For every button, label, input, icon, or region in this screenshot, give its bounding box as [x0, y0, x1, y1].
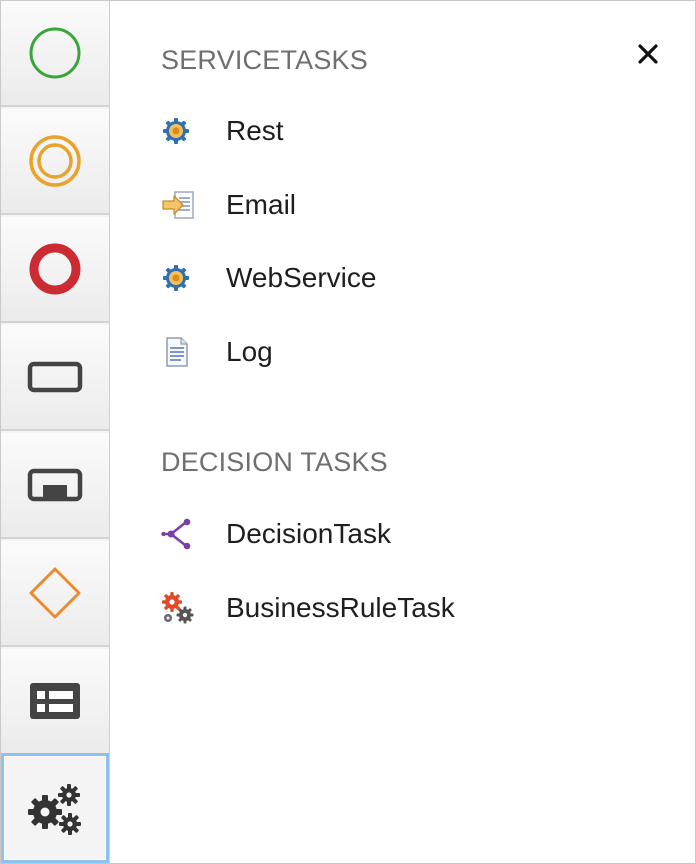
- tool-task[interactable]: [1, 325, 109, 431]
- gears-icon: [28, 784, 81, 835]
- palette-window: SERVICETASKS Rest Email WebService Log D…: [0, 0, 696, 864]
- palette-item-label: Email: [226, 189, 297, 220]
- business-rule-gears-icon: [161, 591, 195, 625]
- tool-end-event[interactable]: [1, 217, 109, 323]
- email-arrow-icon: [161, 188, 195, 222]
- palette-item-businessruletask[interactable]: BusinessRuleTask: [161, 588, 455, 628]
- webservice-gear-icon: [161, 261, 195, 295]
- close-button[interactable]: [633, 39, 663, 69]
- tool-gateway[interactable]: [1, 541, 109, 647]
- intermediate-event-icon: [29, 135, 81, 187]
- decision-branch-icon: [161, 517, 195, 551]
- palette-toolbar: [1, 1, 110, 863]
- tool-subprocess[interactable]: [1, 433, 109, 539]
- palette-item-label: Log: [226, 336, 273, 367]
- section-title-decision-tasks: DECISION TASKS: [161, 447, 388, 477]
- tool-lane[interactable]: [1, 649, 109, 755]
- section-title-servicetasks: SERVICETASKS: [161, 45, 368, 75]
- task-palette-panel: SERVICETASKS Rest Email WebService Log D…: [111, 1, 695, 863]
- lane-icon: [30, 683, 80, 719]
- rest-gear-icon: [161, 114, 195, 148]
- tool-intermediate-event[interactable]: [1, 109, 109, 215]
- palette-item-label: BusinessRuleTask: [226, 592, 455, 623]
- palette-item-label: Rest: [226, 115, 284, 146]
- tool-start-event[interactable]: [1, 1, 109, 107]
- palette-item-label: DecisionTask: [226, 518, 391, 549]
- tool-service-tasks[interactable]: [1, 753, 109, 863]
- gateway-icon: [29, 567, 81, 619]
- palette-item-email[interactable]: Email: [161, 185, 296, 225]
- palette-item-rest[interactable]: Rest: [161, 111, 284, 151]
- start-event-icon: [29, 27, 81, 79]
- palette-item-log[interactable]: Log: [161, 332, 273, 372]
- palette-item-decisiontask[interactable]: DecisionTask: [161, 514, 391, 554]
- close-icon: [638, 44, 658, 64]
- palette-item-webservice[interactable]: WebService: [161, 258, 376, 298]
- task-icon: [27, 361, 83, 393]
- end-event-icon: [29, 243, 81, 295]
- log-document-icon: [161, 335, 195, 369]
- palette-item-label: WebService: [226, 262, 377, 293]
- subprocess-icon: [27, 468, 83, 502]
